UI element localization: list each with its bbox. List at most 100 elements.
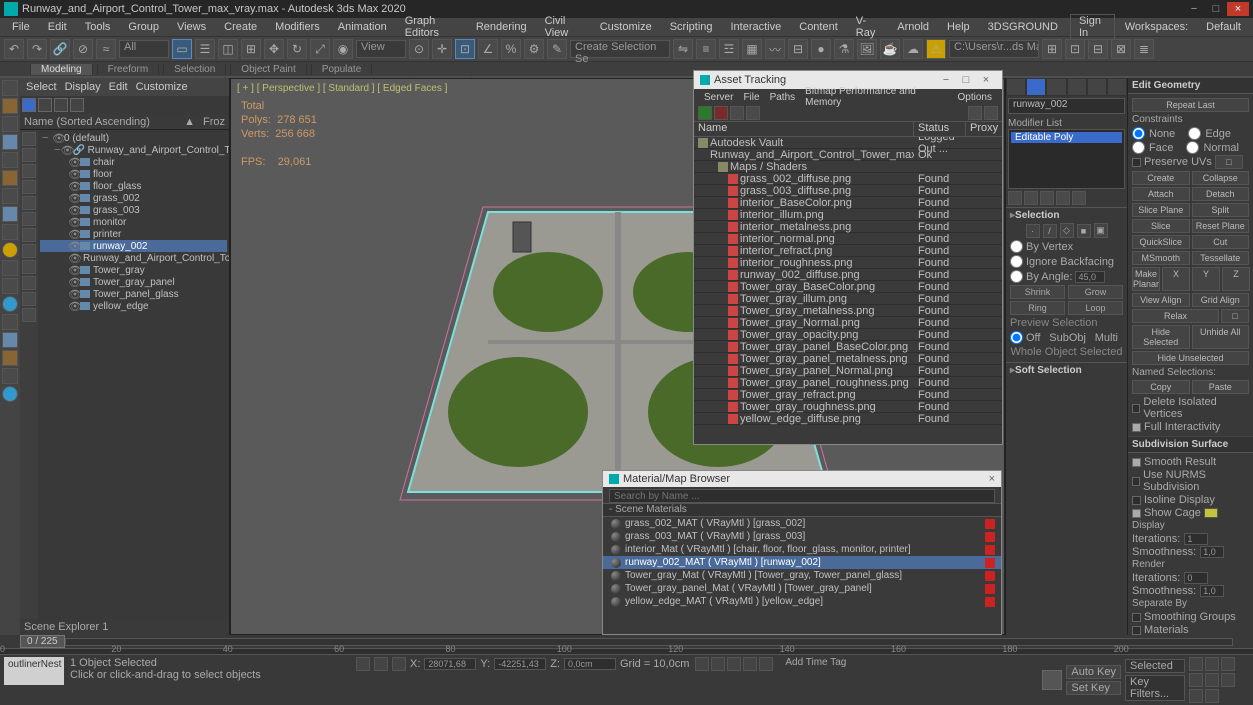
- asset-row[interactable]: Maps / Shaders: [694, 161, 1002, 173]
- next-frame-icon[interactable]: [743, 657, 757, 671]
- filter-icon[interactable]: [22, 148, 36, 162]
- scene-node[interactable]: 👁monitor: [40, 216, 227, 228]
- scene-column-header[interactable]: Name (Sorted Ascending) ▲ Froz: [20, 114, 229, 130]
- asset-row[interactable]: yellow_edge_diffuse.pngFound: [694, 413, 1002, 425]
- lt-btn[interactable]: [2, 98, 18, 114]
- scene-display[interactable]: Display: [65, 81, 101, 93]
- menu-edit[interactable]: Edit: [40, 21, 75, 33]
- window-crossing-icon[interactable]: ⊞: [241, 39, 261, 59]
- relax-button[interactable]: Relax: [1132, 309, 1219, 323]
- rotate-icon[interactable]: ↻: [287, 39, 307, 59]
- signin-button[interactable]: Sign In: [1070, 14, 1115, 40]
- material-row[interactable]: Tower_gray_panel_Mat ( VRayMtl ) [Tower_…: [603, 582, 1001, 595]
- asset-row[interactable]: Tower_gray_opacity.pngFound: [694, 329, 1002, 341]
- menu-civil-view[interactable]: Civil View: [537, 15, 590, 39]
- filter-icon[interactable]: [22, 164, 36, 178]
- scene-tb-icon[interactable]: [54, 98, 68, 112]
- render-smoothness[interactable]: 1,0: [1200, 585, 1224, 597]
- asset-row[interactable]: interior_BaseColor.pngFound: [694, 197, 1002, 209]
- tool-e-icon[interactable]: ≣: [1134, 39, 1154, 59]
- ribbon-freeform[interactable]: Freeform: [97, 64, 160, 75]
- nav-fov-icon[interactable]: [1221, 657, 1235, 671]
- material-row[interactable]: grass_003_MAT ( VRayMtl ) [grass_003]: [603, 530, 1001, 543]
- angle-snap-icon[interactable]: ∠: [478, 39, 498, 59]
- modifier-stack[interactable]: Editable Poly: [1008, 129, 1125, 189]
- curve-editor-icon[interactable]: 〰: [765, 39, 785, 59]
- utilities-tab-icon[interactable]: [1107, 78, 1127, 96]
- view-align-button[interactable]: View Align: [1132, 293, 1190, 307]
- workspaces-value[interactable]: Default: [1198, 21, 1249, 33]
- project-path[interactable]: C:\Users\r...ds Max 2020: [949, 40, 1039, 58]
- scene-node[interactable]: 👁grass_003: [40, 204, 227, 216]
- scene-node[interactable]: 👁yellow_edge: [40, 300, 227, 312]
- filter-icon[interactable]: [22, 276, 36, 290]
- subdiv-header[interactable]: Subdivision Surface: [1128, 437, 1253, 453]
- scene-node[interactable]: 👁Tower_gray_panel: [40, 276, 227, 288]
- ref-coord-dropdown[interactable]: View: [356, 40, 406, 58]
- asset-row[interactable]: Tower_gray_panel_Normal.pngFound: [694, 365, 1002, 377]
- scene-node[interactable]: 👁floor_glass: [40, 180, 227, 192]
- element-so-icon[interactable]: ▣: [1094, 223, 1108, 238]
- filter-icon[interactable]: [22, 212, 36, 226]
- loop-button[interactable]: Loop: [1068, 301, 1123, 315]
- vertex-so-icon[interactable]: ·: [1026, 224, 1040, 238]
- scene-tb-icon[interactable]: [38, 98, 52, 112]
- asset-row[interactable]: Tower_gray_Normal.pngFound: [694, 317, 1002, 329]
- move-icon[interactable]: ✥: [264, 39, 284, 59]
- lock-icon[interactable]: [356, 657, 370, 671]
- preview-off-radio[interactable]: [1010, 331, 1023, 344]
- nav-zoom-all-icon[interactable]: [1205, 657, 1219, 671]
- ribbon-modeling[interactable]: Modeling: [30, 64, 93, 75]
- asset-row[interactable]: interior_normal.pngFound: [694, 233, 1002, 245]
- material-row[interactable]: yellow_edge_MAT ( VRayMtl ) [yellow_edge…: [603, 595, 1001, 608]
- hierarchy-tab-icon[interactable]: [1046, 78, 1066, 96]
- asset-tb-refresh-icon[interactable]: [698, 106, 712, 120]
- menu-tools[interactable]: Tools: [77, 21, 119, 33]
- maximize-button[interactable]: □: [1205, 2, 1227, 16]
- isoline-check[interactable]: [1132, 496, 1141, 505]
- sep-materials-check[interactable]: [1132, 626, 1141, 635]
- tool-a-icon[interactable]: ⊞: [1042, 39, 1062, 59]
- stack-unique-icon[interactable]: [1040, 191, 1054, 205]
- selection-lock-icon[interactable]: [392, 657, 406, 671]
- asset-max-button[interactable]: □: [956, 74, 976, 86]
- filter-icon[interactable]: [22, 308, 36, 322]
- material-row[interactable]: interior_Mat ( VRayMtl ) [chair, floor, …: [603, 543, 1001, 556]
- tool-b-icon[interactable]: ⊡: [1065, 39, 1085, 59]
- link-icon[interactable]: 🔗: [50, 39, 70, 59]
- menu-interactive[interactable]: Interactive: [723, 21, 790, 33]
- nav-zoom-region-icon[interactable]: [1189, 673, 1203, 687]
- stack-pin-icon[interactable]: [1008, 191, 1022, 205]
- menu-customize[interactable]: Customize: [592, 21, 660, 33]
- time-slider-handle[interactable]: 0 / 225: [20, 635, 65, 648]
- scene-tb-pin-icon[interactable]: [22, 98, 36, 112]
- menu-scripting[interactable]: Scripting: [662, 21, 721, 33]
- mat-search-input[interactable]: [609, 489, 995, 503]
- repeat-last-button[interactable]: Repeat Last: [1132, 98, 1249, 112]
- maxscript-mini[interactable]: outlinerNest: [4, 657, 64, 685]
- auto-key-button[interactable]: Auto Key: [1066, 665, 1121, 679]
- scene-tb-icon[interactable]: [70, 98, 84, 112]
- asset-row[interactable]: Tower_gray_BaseColor.pngFound: [694, 281, 1002, 293]
- material-editor-icon[interactable]: ●: [811, 39, 831, 59]
- hide-unselected-button[interactable]: Hide Unselected: [1132, 351, 1249, 365]
- menu-create[interactable]: Create: [216, 21, 265, 33]
- preserve-uvs-check[interactable]: [1132, 158, 1141, 167]
- nav-pan-icon[interactable]: [1205, 673, 1219, 687]
- mat-list[interactable]: grass_002_MAT ( VRayMtl ) [grass_002]gra…: [603, 517, 1001, 634]
- planar-z[interactable]: Z: [1222, 267, 1250, 291]
- add-time-tag[interactable]: Add Time Tag: [785, 657, 846, 668]
- lt-btn[interactable]: [2, 170, 18, 186]
- display-iterations[interactable]: 1: [1184, 533, 1208, 545]
- snap-move-icon[interactable]: ✛: [432, 39, 452, 59]
- shrink-button[interactable]: Shrink: [1010, 285, 1065, 299]
- asset-tb-icon[interactable]: [968, 106, 982, 120]
- copy-button[interactable]: Copy: [1132, 380, 1190, 394]
- edit-named-sel-icon[interactable]: ✎: [547, 39, 567, 59]
- asset-col-status[interactable]: Status: [914, 122, 966, 136]
- lt-sun-icon[interactable]: [2, 242, 18, 258]
- tool-c-icon[interactable]: ⊟: [1088, 39, 1108, 59]
- asset-row[interactable]: Tower_gray_panel_roughness.pngFound: [694, 377, 1002, 389]
- asset-row[interactable]: Tower_gray_refract.pngFound: [694, 389, 1002, 401]
- lt-btn[interactable]: [2, 224, 18, 240]
